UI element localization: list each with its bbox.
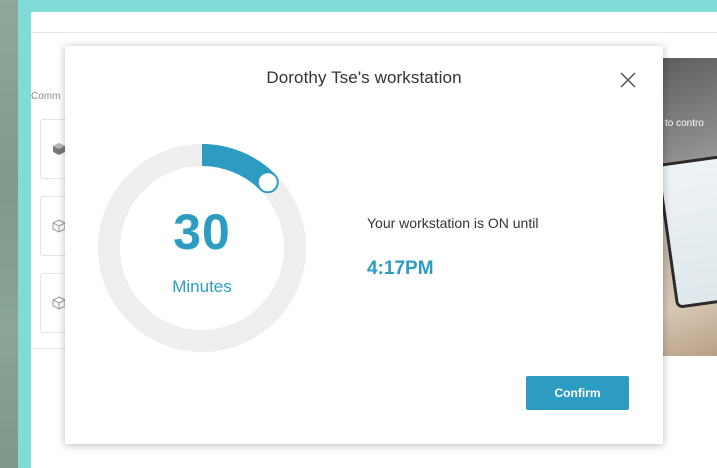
timer-value: 30: [173, 204, 231, 260]
timer-dial[interactable]: 30 Minutes: [97, 143, 307, 353]
status-text: Your workstation is ON until: [367, 215, 539, 231]
section-label: Comm: [31, 91, 61, 102]
workstation-modal: Dorothy Tse's workstation 30 Minutes You…: [65, 46, 663, 444]
close-icon[interactable]: [618, 70, 638, 90]
tablet-illustration: [663, 158, 717, 306]
cube-icon: [52, 219, 66, 233]
hero-caption: to contro: [665, 118, 704, 129]
timer-unit: Minutes: [172, 277, 232, 296]
cube-icon: [53, 143, 65, 155]
status-time: 4:17PM: [367, 258, 434, 279]
confirm-button[interactable]: Confirm: [526, 376, 629, 410]
timer-handle[interactable]: [256, 171, 279, 194]
modal-title: Dorothy Tse's workstation: [266, 68, 462, 87]
hero-image: to contro: [663, 58, 717, 356]
header-divider: [31, 32, 717, 33]
cube-icon: [52, 296, 66, 310]
